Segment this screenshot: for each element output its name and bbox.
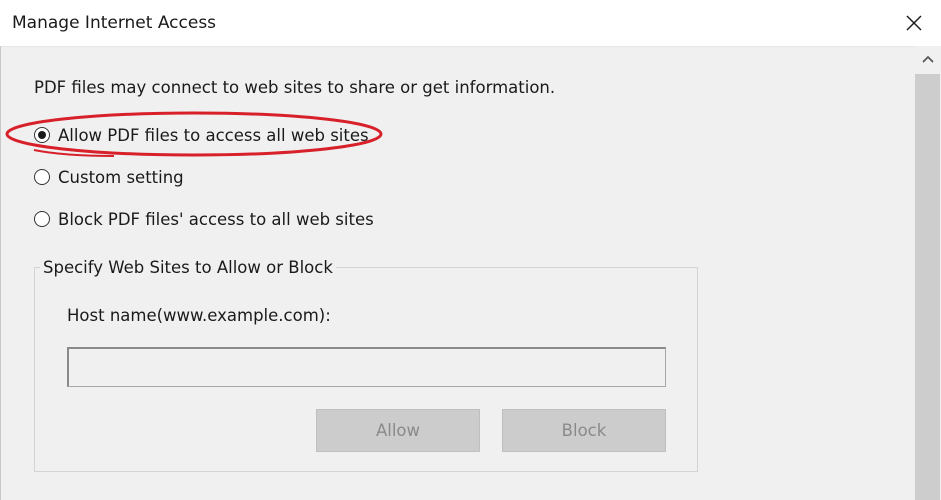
radio-label-block-all: Block PDF files' access to all web sites bbox=[58, 209, 374, 229]
block-button[interactable]: Block bbox=[502, 409, 666, 452]
allow-button[interactable]: Allow bbox=[316, 409, 480, 452]
host-name-input[interactable] bbox=[67, 347, 666, 387]
title-bar: Manage Internet Access bbox=[0, 0, 941, 47]
scroll-up-button[interactable] bbox=[914, 46, 941, 74]
groupbox-title: Specify Web Sites to Allow or Block bbox=[40, 258, 336, 277]
vertical-scrollbar[interactable] bbox=[914, 46, 941, 500]
radio-allow-all[interactable]: Allow PDF files to access all web sites bbox=[34, 124, 369, 146]
close-icon bbox=[906, 15, 922, 31]
dialog-content: PDF files may connect to web sites to sh… bbox=[0, 46, 914, 500]
radio-button-selected[interactable] bbox=[34, 127, 50, 143]
window-title: Manage Internet Access bbox=[12, 13, 217, 33]
host-name-label: Host name(www.example.com): bbox=[67, 306, 331, 325]
radio-custom-setting[interactable]: Custom setting bbox=[34, 166, 184, 188]
chevron-up-icon bbox=[921, 55, 934, 63]
close-button[interactable] bbox=[897, 6, 931, 40]
radio-button[interactable] bbox=[34, 211, 50, 227]
radio-button[interactable] bbox=[34, 169, 50, 185]
radio-label-allow-all: Allow PDF files to access all web sites bbox=[58, 125, 369, 145]
radio-label-custom: Custom setting bbox=[58, 167, 184, 187]
scroll-thumb[interactable] bbox=[915, 74, 940, 500]
radio-block-all[interactable]: Block PDF files' access to all web sites bbox=[34, 208, 374, 230]
description-text: PDF files may connect to web sites to sh… bbox=[34, 78, 556, 97]
